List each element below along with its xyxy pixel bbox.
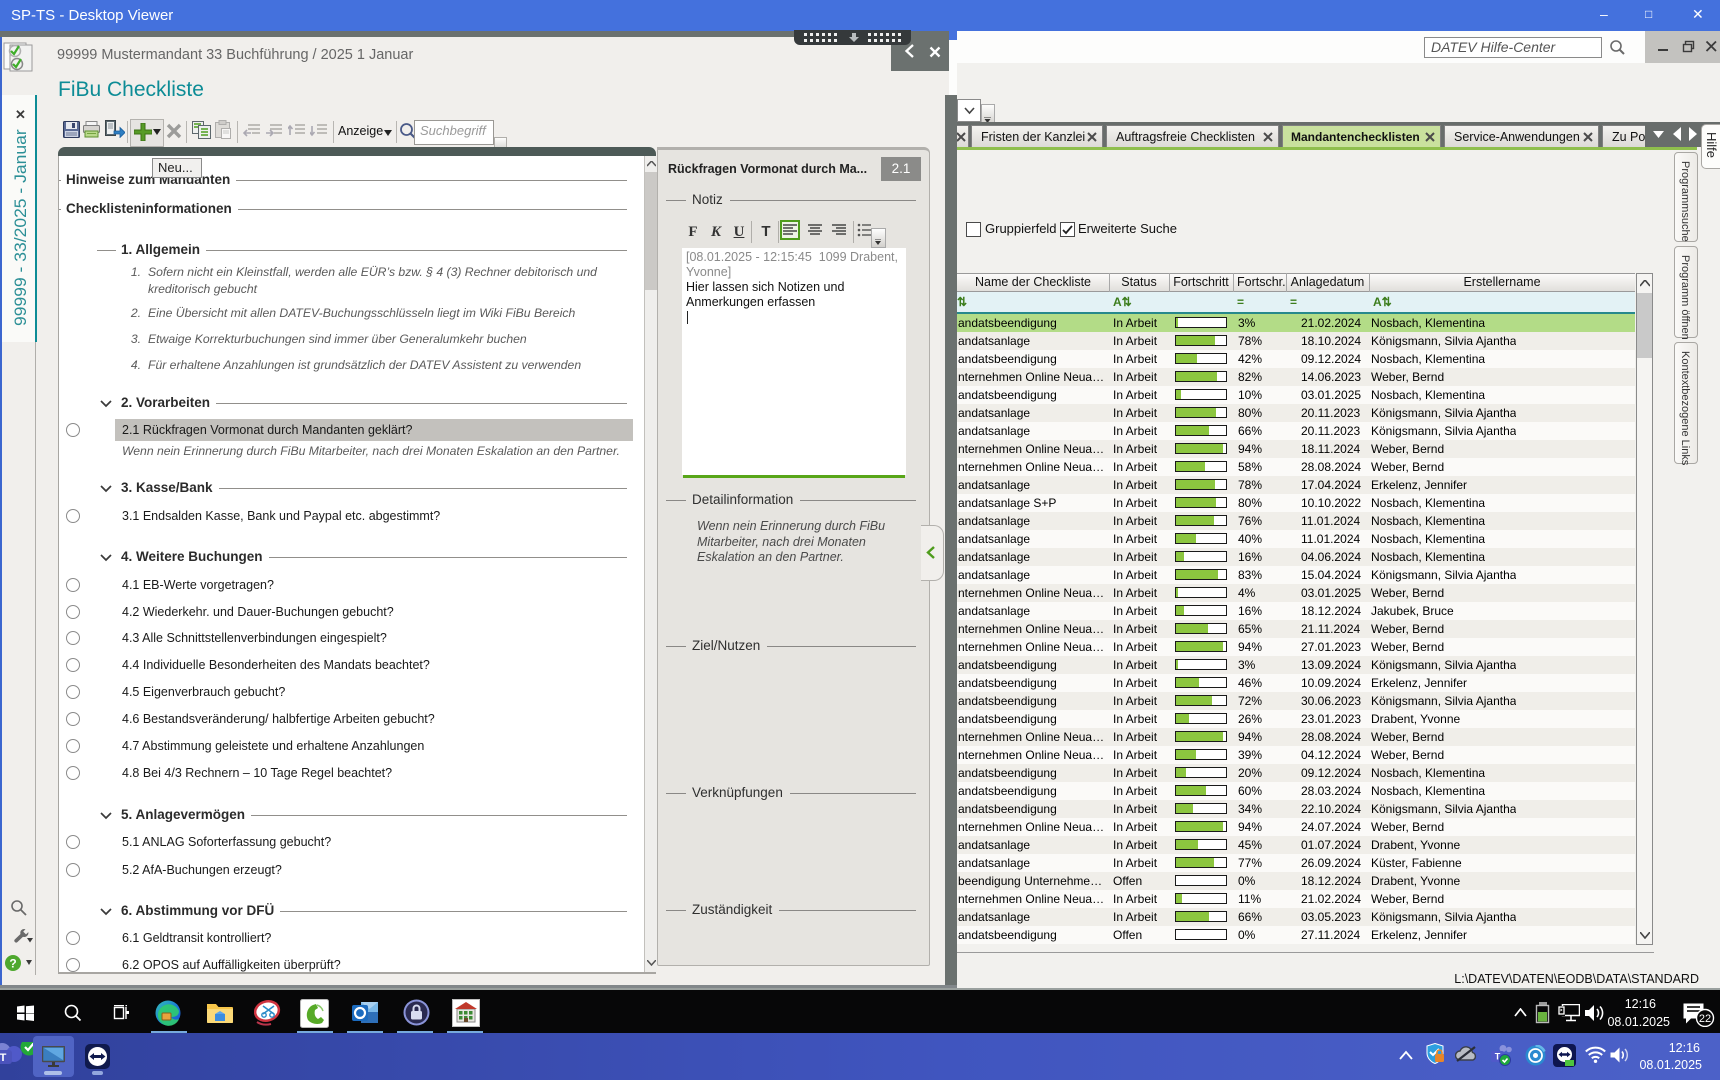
svg-text:22: 22 <box>1699 1013 1711 1025</box>
svg-text:?: ? <box>9 957 16 971</box>
svg-text:T: T <box>0 1052 7 1064</box>
